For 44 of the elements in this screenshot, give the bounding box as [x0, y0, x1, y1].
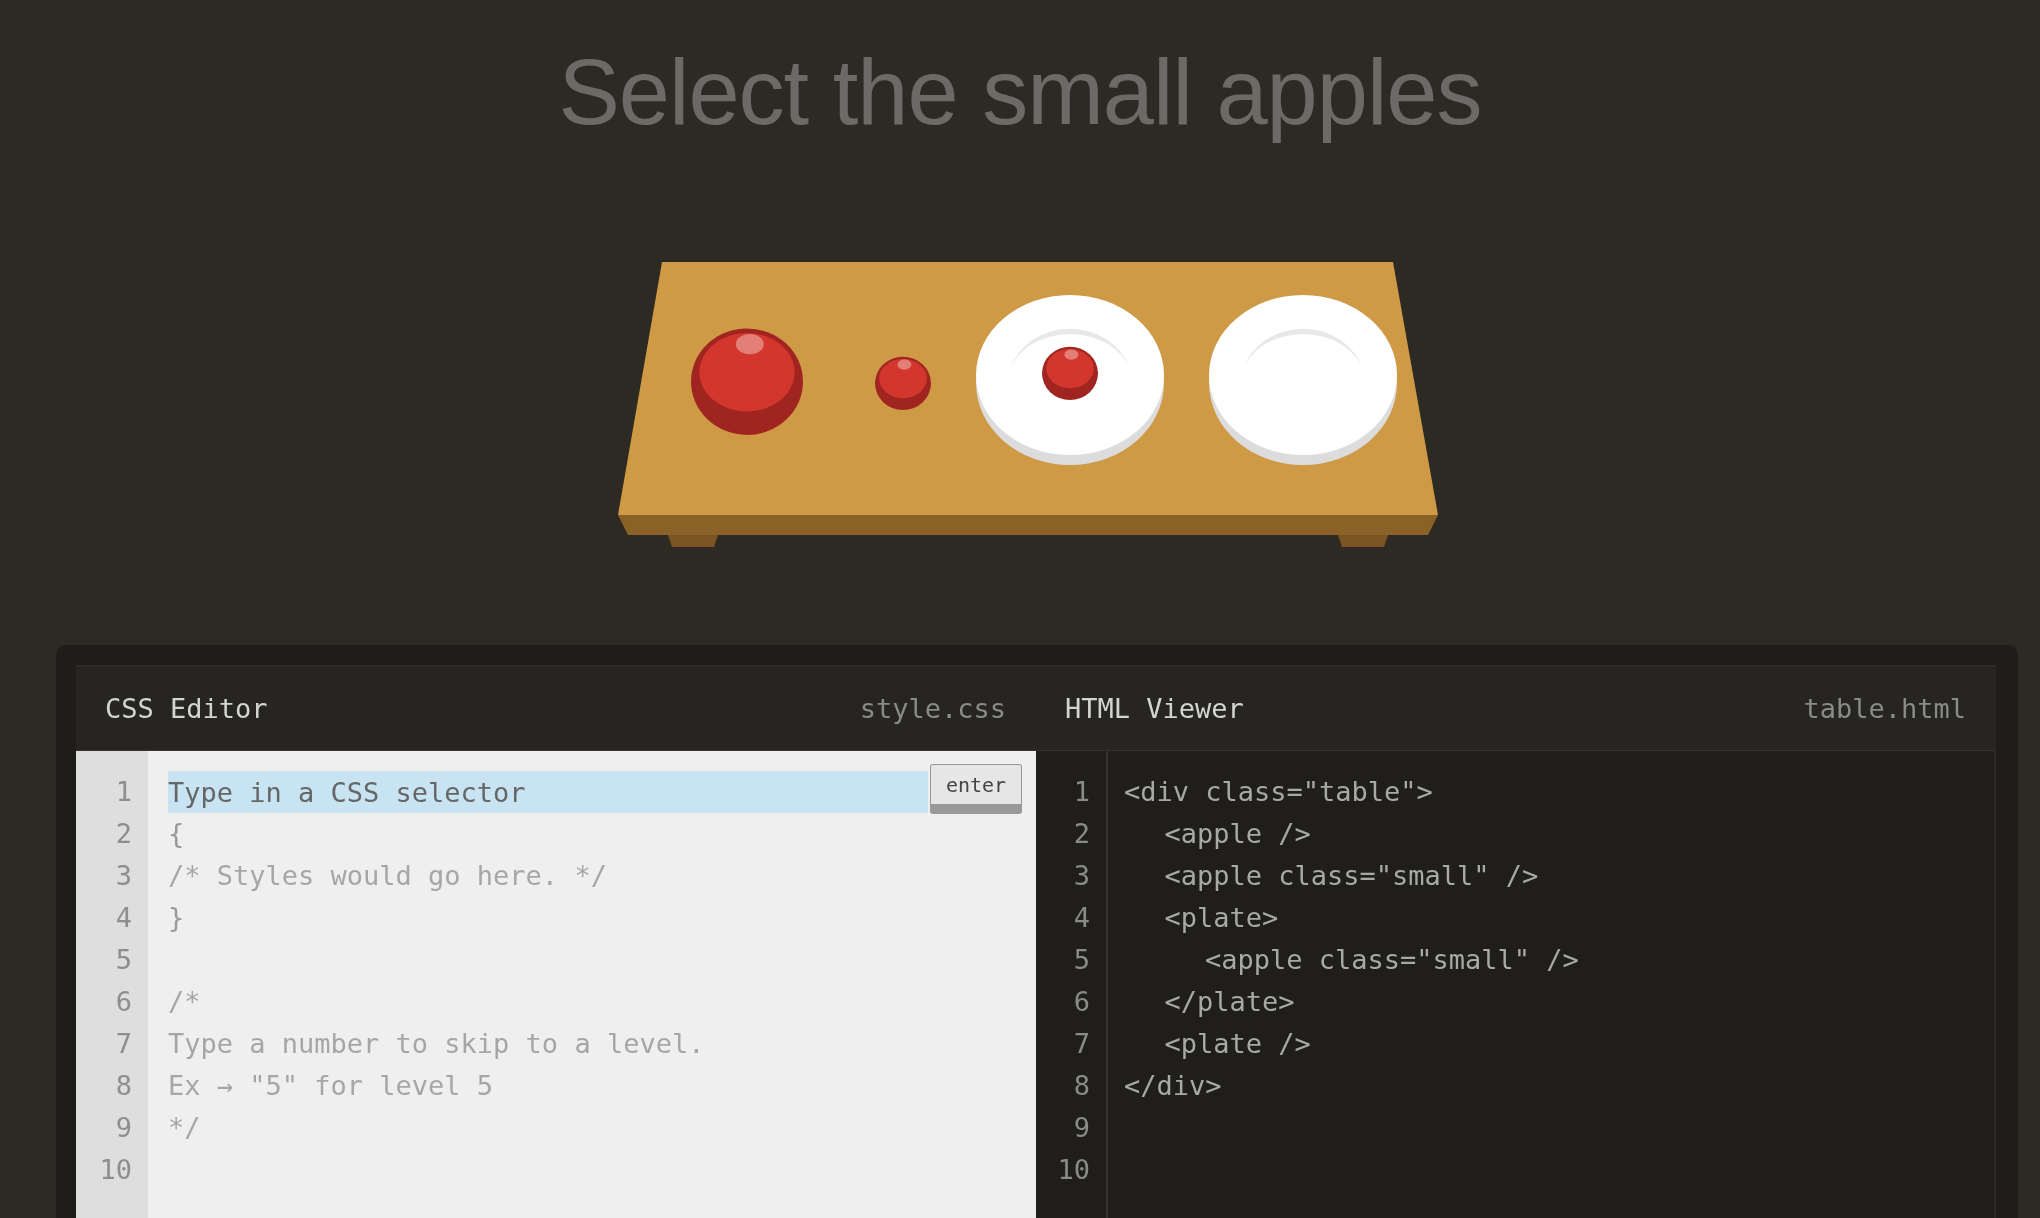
- line-number: 5: [1072, 943, 1091, 977]
- level-instruction: Select the small apples: [557, 40, 1483, 145]
- line-number: 8: [1072, 1069, 1091, 1103]
- markup-line: </plate>: [1163, 985, 1296, 1019]
- line-number: 9: [1072, 1111, 1091, 1145]
- selector-input[interactable]: Type in a CSS selector: [168, 771, 928, 813]
- markup-line: <div class="table">: [1124, 775, 1434, 809]
- apple-drawing: [1042, 346, 1098, 400]
- code-comment: Ex → "5" for level 5: [168, 1069, 495, 1103]
- markup-line: <plate>: [1163, 901, 1280, 935]
- line-number: 4: [114, 901, 133, 935]
- panel-title: HTML Viewer: [1065, 693, 1244, 724]
- panel-title: CSS Editor: [105, 693, 268, 724]
- line-number: 1: [1072, 775, 1091, 809]
- line-number: 6: [114, 985, 133, 1019]
- file-name: table.html: [1803, 693, 1966, 724]
- code-comment: Type a number to skip to a level.: [168, 1027, 706, 1061]
- line-number: 10: [1056, 1153, 1091, 1187]
- markup-line: </div>: [1124, 1069, 1223, 1103]
- line-number: 6: [1072, 985, 1091, 1019]
- line-number: 3: [1072, 859, 1091, 893]
- code-line: }: [168, 901, 186, 935]
- markup-line: <apple />: [1163, 817, 1312, 851]
- line-number: 7: [1072, 1027, 1091, 1061]
- line-number: 5: [114, 943, 133, 977]
- enter-button[interactable]: enter: [930, 764, 1022, 814]
- line-number: 3: [114, 859, 133, 893]
- line-number: 1: [114, 775, 133, 809]
- code-comment: */: [168, 1111, 202, 1145]
- file-name: style.css: [859, 693, 1006, 724]
- line-number: 2: [1072, 817, 1091, 851]
- markup-line: <apple class="small" />: [1163, 859, 1540, 893]
- apple-drawing: [875, 356, 931, 410]
- line-number: 4: [1072, 901, 1091, 935]
- markup-line: <apple class="small" />: [1204, 943, 1580, 977]
- line-number: 2: [114, 817, 133, 851]
- code-line: {: [168, 817, 186, 851]
- line-number: 7: [114, 1027, 133, 1061]
- line-number: 10: [98, 1153, 133, 1187]
- line-number: 8: [114, 1069, 133, 1103]
- line-number: 9: [114, 1111, 133, 1145]
- code-comment: /* Styles would go here. */: [168, 859, 608, 893]
- markup-line: <plate />: [1163, 1027, 1312, 1061]
- code-comment: /*: [168, 985, 202, 1019]
